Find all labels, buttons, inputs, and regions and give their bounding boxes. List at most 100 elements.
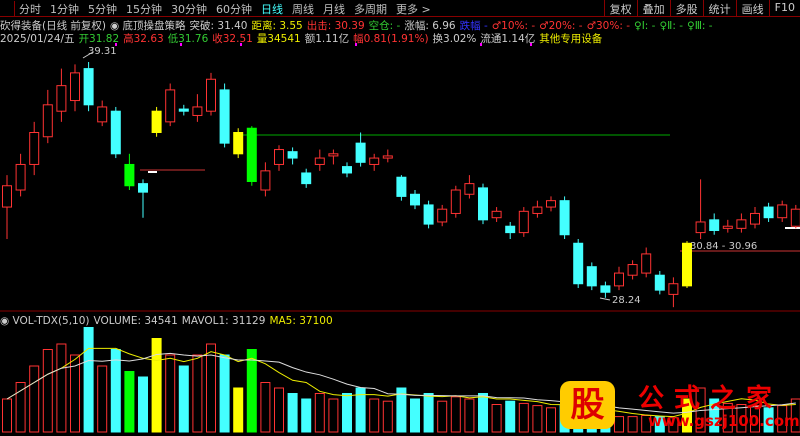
candle-body xyxy=(2,185,12,208)
volume-bar xyxy=(410,398,420,433)
low-pointer xyxy=(599,297,611,301)
vol_header-item: VOLUME: 34541 xyxy=(93,315,178,327)
volume-bar xyxy=(369,398,380,433)
candle-body xyxy=(151,110,162,134)
candle-body xyxy=(260,170,271,191)
candle-body xyxy=(546,200,556,208)
volume-bar xyxy=(478,393,488,433)
volume-bar xyxy=(206,343,216,433)
candle-body xyxy=(138,183,148,193)
volume-bar xyxy=(518,402,529,433)
volume-bar xyxy=(382,400,393,433)
candle-body xyxy=(396,176,407,197)
volume-bar xyxy=(464,398,475,433)
volume-bar xyxy=(314,393,325,433)
volume-bar xyxy=(15,382,26,433)
candle-body xyxy=(600,285,611,293)
magenta-dot xyxy=(180,43,182,46)
volume-bar xyxy=(342,393,352,433)
candle-body xyxy=(83,68,94,106)
volume-bar xyxy=(29,365,40,433)
candle-body xyxy=(219,89,230,144)
candle-body xyxy=(328,153,339,157)
candle-body xyxy=(423,204,434,225)
volume-bar xyxy=(328,398,339,433)
volume-bar xyxy=(274,387,284,433)
candle-body xyxy=(437,208,448,223)
candle-body xyxy=(750,212,760,225)
candle-body xyxy=(410,193,420,206)
candle-body xyxy=(192,106,203,116)
candle-body xyxy=(97,106,108,123)
candle-body xyxy=(124,163,135,187)
volume-bar xyxy=(491,404,502,433)
candle-body xyxy=(301,172,312,185)
candle-body xyxy=(586,266,597,287)
range-label: 30.84 - 30.96 xyxy=(690,241,758,252)
candle-body xyxy=(110,110,121,155)
candle-body xyxy=(464,183,475,195)
volume-bar xyxy=(192,354,203,433)
candle-body xyxy=(29,132,40,165)
candle-body xyxy=(736,219,747,229)
candle-body xyxy=(573,242,584,285)
volume-bar xyxy=(246,349,257,433)
candle-body xyxy=(15,163,26,191)
candle-body xyxy=(70,72,80,102)
volume-bar xyxy=(178,365,189,433)
volume-bar xyxy=(97,365,108,433)
logo-badge: 股 xyxy=(560,381,615,429)
candle-body xyxy=(491,210,502,219)
volume-bar xyxy=(423,393,434,433)
magenta-dot xyxy=(530,43,532,46)
candle-body xyxy=(518,210,529,234)
candle-body xyxy=(790,208,800,227)
candle-body xyxy=(668,283,679,295)
candle-body xyxy=(450,189,461,214)
candle-body xyxy=(559,200,570,236)
volume-bar xyxy=(219,354,230,433)
candle-body xyxy=(654,274,665,291)
candle-body xyxy=(233,132,244,155)
candle-body xyxy=(627,264,638,276)
volume-bar xyxy=(437,400,448,433)
volume-bar xyxy=(138,376,148,433)
candle-body xyxy=(342,166,352,174)
volume-bar xyxy=(165,354,176,433)
candle-body xyxy=(287,151,298,159)
volume-header: ◉ VOL-TDX(5,10) VOLUME: 34541 MAVOL1: 3112… xyxy=(0,315,337,327)
magenta-dot xyxy=(240,43,242,46)
candle-body xyxy=(763,206,774,219)
candle-body xyxy=(505,225,516,234)
candle-body xyxy=(178,108,189,112)
watermark-logo: 股 公式之家 www.gszj100.com xyxy=(550,376,800,436)
volume-bar xyxy=(505,400,516,433)
candle-body xyxy=(355,142,366,163)
volume-bar xyxy=(450,396,461,433)
volume-bar xyxy=(110,349,121,433)
candle-body xyxy=(369,157,380,165)
volume-bar xyxy=(532,405,543,433)
volume-bar xyxy=(42,349,53,433)
high-price-label: 39.31 xyxy=(88,46,117,57)
candle-body xyxy=(206,78,216,112)
volume-bar xyxy=(301,398,312,433)
candle-body xyxy=(722,225,733,229)
candle-body xyxy=(777,204,788,219)
candle-body xyxy=(382,155,393,159)
candle-body xyxy=(56,85,67,112)
volume-bar xyxy=(260,382,271,433)
candle-body xyxy=(709,219,720,231)
vol_header-item: MAVOL1: 31129 xyxy=(181,315,266,327)
candle-body xyxy=(478,187,488,221)
candle-body xyxy=(274,149,284,165)
low-price-label: 28.24 xyxy=(612,295,641,306)
magenta-dot xyxy=(480,43,482,46)
kline-chart[interactable] xyxy=(0,0,800,436)
volume-bar xyxy=(233,387,244,433)
magenta-dot xyxy=(355,43,357,46)
candle-body xyxy=(614,272,624,287)
logo-name: 公式之家 xyxy=(638,384,783,414)
candle-body xyxy=(246,127,257,182)
candle-body xyxy=(314,157,325,165)
